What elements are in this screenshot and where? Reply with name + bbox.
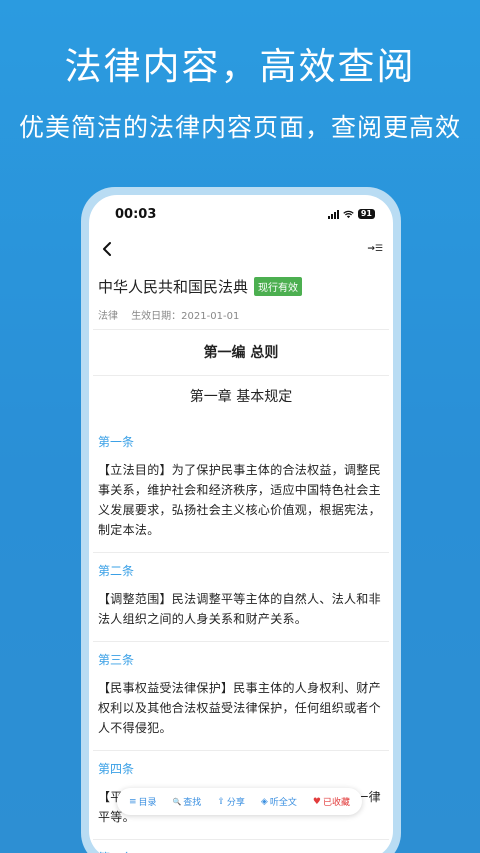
chapter-title: 第一章 基本规定 <box>189 389 293 405</box>
document-header: 中华人民共和国民法典 现行有效 <box>89 265 393 299</box>
effective-date: 生效日期：2021-01-01 <box>131 311 240 322</box>
article-item[interactable]: 第一条 【立法目的】为了保护民事主体的合法权益，调整民事关系，维护社会和经济秩序… <box>89 424 393 552</box>
status-icons: 91 <box>327 209 375 219</box>
battery-icon: 91 <box>357 209 375 219</box>
search-button[interactable]: 🔍 查找 <box>172 795 202 809</box>
search-label: 查找 <box>183 798 202 808</box>
share-label: 分享 <box>226 798 245 808</box>
document-meta: 法律 生效日期：2021-01-01 <box>89 299 393 329</box>
phone-screen: 00:03 91 →☰ 中华人民共和国民法典 现行有效 法律 生效日期：2021… <box>89 195 393 853</box>
favorite-label: 已收藏 <box>322 798 350 808</box>
phone-frame: 00:03 91 →☰ 中华人民共和国民法典 现行有效 法律 生效日期：2021… <box>81 187 401 853</box>
article-item[interactable]: 第二条 【调整范围】民法调整平等主体的自然人、法人和非法人组织之间的人身关系和财… <box>89 553 393 641</box>
nav-bar: →☰ <box>89 233 393 265</box>
article-text: 【调整范围】民法调整平等主体的自然人、法人和非法人组织之间的人身关系和财产关系。 <box>98 592 381 626</box>
article-number: 第五条 <box>98 840 384 853</box>
toc-toggle-icon[interactable]: →☰ <box>367 244 383 254</box>
share-button[interactable]: ⇪ 分享 <box>217 795 245 809</box>
article-number: 第一条 <box>98 435 135 449</box>
status-badge: 现行有效 <box>254 277 303 296</box>
article-item[interactable]: 第三条 【民事权益受法律保护】民事主体的人身权利、财产权利以及其他合法权益受法律… <box>89 642 393 750</box>
article-number: 第四条 <box>98 762 135 776</box>
back-icon[interactable] <box>101 241 113 257</box>
toc-button[interactable]: ≡ 目录 <box>129 795 157 809</box>
part-title: 第一编 总则 <box>203 345 279 361</box>
article-text: 【立法目的】为了保护民事主体的合法权益，调整民事关系，维护社会和经济秩序，适应中… <box>98 463 381 537</box>
document-title: 中华人民共和国民法典 <box>98 278 249 296</box>
status-bar: 00:03 91 <box>89 195 393 233</box>
search-icon: 🔍 <box>172 797 182 806</box>
list-icon: ≡ <box>129 796 137 807</box>
share-icon: ⇪ <box>217 796 225 807</box>
article-text: 【民事权益受法律保护】民事主体的人身权利、财产权利以及其他合法权益受法律保护，任… <box>98 681 381 735</box>
audio-icon: ◈ <box>260 796 268 807</box>
promo-subline: 优美简洁的法律内容页面，查阅更高效 <box>18 113 461 142</box>
favorite-button[interactable]: ♥ 已收藏 <box>312 795 350 809</box>
listen-label: 听全文 <box>269 798 297 808</box>
signal-icon <box>327 209 339 219</box>
article-number: 第三条 <box>98 653 135 667</box>
promo-headline: 法律内容，高效查阅 <box>64 45 416 88</box>
document-type: 法律 <box>98 311 118 322</box>
heart-icon: ♥ <box>312 796 321 807</box>
status-time: 00:03 <box>115 206 157 222</box>
toc-label: 目录 <box>138 798 157 808</box>
listen-button[interactable]: ◈ 听全文 <box>260 795 297 809</box>
bottom-toolbar: ≡ 目录 🔍 查找 ⇪ 分享 ◈ 听全文 ♥ 已收藏 <box>117 788 362 815</box>
wifi-icon <box>343 210 354 218</box>
article-number: 第二条 <box>98 564 135 578</box>
article-item[interactable]: 第五条 <box>89 840 393 853</box>
